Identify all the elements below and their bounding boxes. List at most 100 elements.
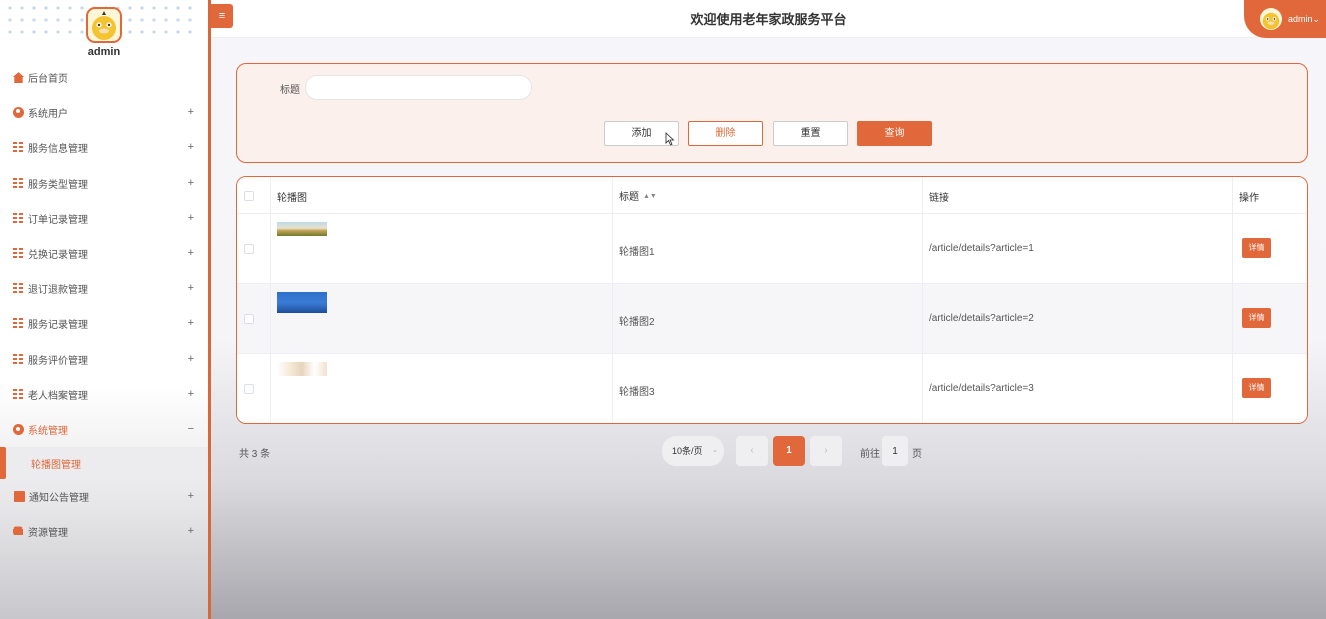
table-row: 轮播图2 /article/details?article=2 详情 [237, 284, 1307, 354]
sidebar-username: admin [87, 46, 121, 58]
sidebar-item-exchange[interactable]: 兑换记录管理 + [0, 236, 208, 271]
page-size-select[interactable]: 10条/页 ⌄ [662, 436, 724, 466]
sidebar-subitem-carousel[interactable]: 轮播图管理 [0, 447, 208, 480]
sidebar-item-label: 系统用户 [28, 109, 68, 121]
carousel-thumbnail [277, 292, 327, 313]
search-panel: 标题 添加 删除 重置 查询 [236, 63, 1308, 163]
sidebar-item-label: 兑换记录管理 [28, 250, 88, 262]
page-number-current[interactable]: 1 [773, 436, 805, 466]
carousel-table: 轮播图 标题 ▲▼ 链接 操作 轮播图1 /article/details?art… [236, 176, 1308, 424]
sidebar-item-label: 后台首页 [28, 74, 68, 86]
sidebar-item-label: 服务类型管理 [28, 179, 88, 191]
sidebar-item-orders[interactable]: 订单记录管理 + [0, 201, 208, 236]
sidebar-item-service-records[interactable]: 服务记录管理 + [0, 306, 208, 341]
sidebar-item-resources[interactable]: 资源管理 + [0, 514, 208, 549]
sidebar-item-label: 服务信息管理 [28, 144, 88, 156]
grid-icon [13, 283, 24, 295]
sidebar-item-system-users[interactable]: 系统用户 + [0, 95, 208, 130]
row-link: /article/details?article=1 [929, 243, 1034, 254]
expand-icon: + [187, 141, 194, 154]
grid-icon [13, 353, 24, 365]
prev-page-button[interactable]: ‹ [736, 436, 768, 466]
chevron-down-icon: ⌄ [712, 447, 718, 454]
expand-icon: + [187, 387, 194, 400]
carousel-thumbnail [277, 222, 327, 236]
gear-icon [13, 423, 24, 435]
expand-icon: + [187, 176, 194, 189]
row-checkbox[interactable] [244, 314, 254, 324]
sidebar: admin 后台首页 系统用户 + 服务信息管理 + 服务类型管理 + 订单记录… [0, 0, 208, 619]
sidebar-item-notices[interactable]: 通知公告管理 + [0, 479, 208, 514]
expand-icon: + [187, 211, 194, 224]
select-all-checkbox[interactable] [244, 191, 254, 201]
sidebar-item-label: 老人档案管理 [28, 390, 88, 402]
sidebar-item-dashboard[interactable]: 后台首页 [0, 60, 208, 95]
carousel-thumbnail [277, 362, 327, 376]
table-header-row: 轮播图 标题 ▲▼ 链接 操作 [237, 177, 1307, 214]
row-checkbox[interactable] [244, 384, 254, 394]
grid-icon [13, 318, 24, 330]
database-icon [13, 526, 24, 538]
row-title: 轮播图2 [619, 317, 655, 328]
column-header-link: 链接 [929, 193, 949, 204]
reset-button[interactable]: 重置 [773, 121, 848, 146]
user-name: admin [1288, 14, 1313, 24]
detail-button[interactable]: 详情 [1242, 308, 1271, 328]
sidebar-item-label: 订单记录管理 [28, 214, 88, 226]
detail-button[interactable]: 详情 [1242, 238, 1271, 258]
total-count: 共 3 条 [239, 449, 271, 460]
sidebar-item-service-info[interactable]: 服务信息管理 + [0, 130, 208, 165]
goto-label: 前往 [860, 449, 880, 460]
sidebar-item-service-type[interactable]: 服务类型管理 + [0, 166, 208, 201]
column-header-actions: 操作 [1239, 193, 1259, 204]
table-row: 轮播图1 /article/details?article=1 详情 [237, 214, 1307, 284]
goto-page-input[interactable] [882, 436, 908, 466]
sidebar-item-label: 退订退款管理 [28, 285, 88, 297]
sidebar-item-system-management[interactable]: 系统管理 − [0, 412, 208, 447]
query-button[interactable]: 查询 [857, 121, 932, 146]
sidebar-item-elder-profiles[interactable]: 老人档案管理 + [0, 377, 208, 412]
page-title: 欢迎使用老年家政服务平台 [690, 12, 847, 27]
sort-icon[interactable]: ▲▼ [643, 193, 657, 200]
column-header-image: 轮播图 [277, 193, 307, 204]
row-title: 轮播图1 [619, 247, 655, 258]
row-checkbox[interactable] [244, 244, 254, 254]
expand-icon: + [187, 317, 194, 330]
goto-unit-label: 页 [912, 449, 922, 460]
delete-button[interactable]: 删除 [688, 121, 763, 146]
expand-icon: + [187, 490, 194, 503]
sidebar-item-refunds[interactable]: 退订退款管理 + [0, 271, 208, 306]
next-page-button[interactable]: › [810, 436, 842, 466]
detail-button[interactable]: 详情 [1242, 378, 1271, 398]
sidebar-item-label: 服务评价管理 [28, 355, 88, 367]
row-title: 轮播图3 [619, 387, 655, 398]
sidebar-subitem-label: 轮播图管理 [31, 459, 81, 471]
grid-icon [13, 177, 24, 189]
sidebar-item-label: 服务记录管理 [28, 320, 88, 332]
expand-icon: + [187, 246, 194, 259]
grid-icon [13, 388, 24, 400]
grid-icon [13, 248, 24, 260]
sidebar-item-label: 通知公告管理 [29, 493, 89, 505]
row-link: /article/details?article=2 [929, 313, 1034, 324]
sidebar-item-label: 资源管理 [28, 528, 68, 540]
expand-icon: + [187, 525, 194, 538]
column-header-title[interactable]: 标题 ▲▼ [619, 188, 657, 203]
expand-icon: + [187, 106, 194, 119]
page-size-value: 10条/页 [672, 446, 703, 456]
top-header: ≡ 欢迎使用老年家政服务平台 admin ⌄ [211, 0, 1326, 38]
user-menu[interactable]: admin ⌄ [1244, 0, 1326, 38]
sidebar-menu: 后台首页 系统用户 + 服务信息管理 + 服务类型管理 + 订单记录管理 + 兑… [0, 60, 208, 549]
collapse-icon: − [187, 422, 194, 435]
table-row: 轮播图3 /article/details?article=3 详情 [237, 354, 1307, 423]
search-label: 标题 [280, 85, 300, 96]
grid-icon [13, 212, 24, 224]
sidebar-item-service-reviews[interactable]: 服务评价管理 + [0, 342, 208, 377]
document-icon [14, 491, 25, 503]
chevron-down-icon: ⌄ [1312, 13, 1321, 24]
user-icon [13, 107, 24, 119]
expand-icon: + [187, 282, 194, 295]
title-search-input[interactable] [305, 75, 532, 100]
avatar [1260, 8, 1282, 30]
home-icon [13, 72, 24, 84]
